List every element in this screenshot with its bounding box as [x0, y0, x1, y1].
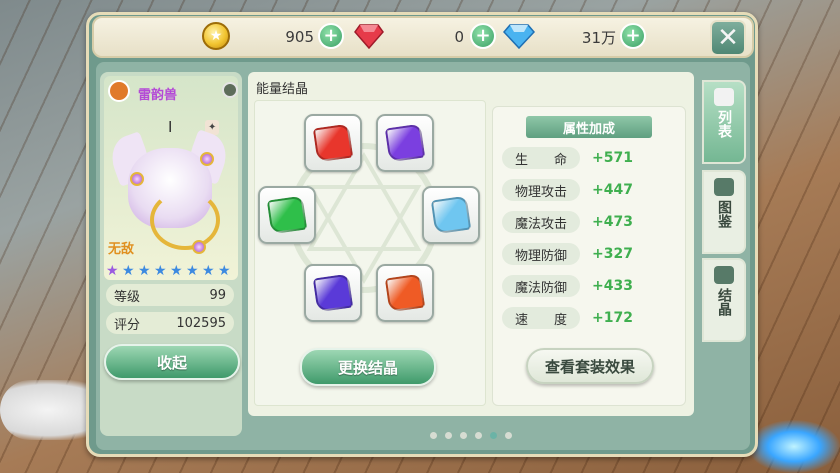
- attr-row: 生 命 +571: [502, 146, 682, 170]
- attr-value-physical-defense: +327: [592, 246, 633, 262]
- crystal-slot-purple[interactable]: [376, 114, 434, 172]
- score-label: 评分: [114, 317, 141, 333]
- attr-row: 速 度 +172: [502, 306, 682, 330]
- attr-value-physical-attack: +447: [592, 182, 633, 198]
- attr-label-magic-defense: 魔法防御: [502, 275, 580, 297]
- level-label: 等级: [114, 289, 141, 305]
- crystal-slot-blue[interactable]: [422, 186, 480, 244]
- close-icon: ✕: [717, 23, 739, 53]
- diamond-value: 31万: [581, 28, 616, 47]
- star-icon: ★: [154, 263, 167, 279]
- star-icon: ★: [170, 263, 183, 279]
- attr-value-hp: +571: [592, 150, 633, 166]
- gold-coin-icon: ★: [202, 22, 230, 50]
- page-dot[interactable]: [460, 432, 467, 439]
- level-value: 99: [209, 287, 226, 303]
- gold-amount: 905: [236, 24, 314, 50]
- attr-label-physical-defense: 物理防御: [502, 243, 580, 265]
- gold-value: 905: [285, 28, 314, 46]
- crystal-slot-violet[interactable]: [304, 264, 362, 322]
- attr-label-speed: 速 度: [502, 307, 580, 329]
- crystal-slot-orange[interactable]: [376, 264, 434, 322]
- attr-label-hp: 生 命: [502, 147, 580, 169]
- crystal-panel-title: 能量结晶: [256, 82, 309, 97]
- attr-row: 物理防御 +327: [502, 242, 682, 266]
- pet-orb-3: [192, 240, 206, 254]
- pet-state-label: 无敌: [108, 242, 135, 257]
- close-button[interactable]: ✕: [710, 20, 746, 56]
- page-indicator: [430, 432, 512, 439]
- add-ruby-button[interactable]: +: [470, 23, 496, 49]
- tab-list-label: 列表: [716, 110, 732, 138]
- page-dot[interactable]: [430, 432, 437, 439]
- pet-rank: I: [168, 118, 173, 136]
- page-dot[interactable]: [505, 432, 512, 439]
- tab-codex-label: 图鉴: [716, 200, 732, 228]
- violet-crystal-icon: [312, 273, 354, 313]
- tab-crystal[interactable]: 结晶: [702, 258, 746, 342]
- pet-element-emblem-icon: [108, 80, 130, 102]
- tab-crystal-label: 结晶: [716, 288, 732, 316]
- pet-golden-ring: [150, 190, 220, 250]
- ruby-amount: 0: [390, 24, 464, 50]
- book-icon: [714, 178, 734, 196]
- attr-value-magic-defense: +433: [592, 278, 633, 294]
- attribute-header: 属性加成: [526, 116, 652, 138]
- add-diamond-button[interactable]: +: [620, 23, 646, 49]
- cards-icon: [714, 88, 734, 106]
- pet-orb-1: [130, 172, 144, 186]
- score-value: 102595: [176, 315, 226, 331]
- pet-star-rating: ★ ★ ★ ★ ★ ★ ★ ★: [106, 264, 232, 278]
- star-icon: ★: [202, 263, 215, 279]
- crystal-slot-red[interactable]: [304, 114, 362, 172]
- crystal-tab-icon: [714, 266, 734, 284]
- pet-options-icon[interactable]: [222, 82, 238, 98]
- attr-value-speed: +172: [592, 310, 633, 326]
- tab-codex[interactable]: 图鉴: [702, 170, 746, 254]
- add-gold-button[interactable]: +: [318, 23, 344, 49]
- attr-row: 物理攻击 +447: [502, 178, 682, 202]
- blue-crystal-icon: [430, 195, 472, 235]
- pet-level-row: 等级 99: [106, 284, 234, 306]
- pet-score-row: 评分 102595: [106, 312, 234, 334]
- orange-crystal-icon: [384, 273, 426, 313]
- crystal-slot-green[interactable]: [258, 186, 316, 244]
- attr-label-physical-attack: 物理攻击: [502, 179, 580, 201]
- attr-label-magic-attack: 魔法攻击: [502, 211, 580, 233]
- portal-decoration: [748, 420, 840, 473]
- pet-orb-2: [200, 152, 214, 166]
- ruby-value: 0: [454, 28, 464, 46]
- tab-list[interactable]: 列表: [702, 80, 746, 164]
- attr-row: 魔法攻击 +473: [502, 210, 682, 234]
- star-icon: ★: [122, 263, 135, 279]
- diamond-amount: 31万: [540, 24, 616, 50]
- attr-row: 魔法防御 +433: [502, 274, 682, 298]
- red-gem-icon: [354, 24, 384, 49]
- blue-diamond-icon: [503, 24, 535, 49]
- attr-value-magic-attack: +473: [592, 214, 633, 230]
- star-icon: ★: [186, 263, 199, 279]
- collapse-button[interactable]: 收起: [104, 344, 240, 380]
- star-icon: ★: [106, 263, 119, 279]
- red-crystal-icon: [312, 123, 354, 163]
- purple-crystal-icon: [384, 123, 426, 163]
- green-crystal-icon: [266, 195, 308, 235]
- star-icon: ★: [218, 263, 231, 279]
- page-dot[interactable]: [445, 432, 452, 439]
- view-set-effect-button[interactable]: 查看套装效果: [526, 348, 654, 384]
- pet-name: 雷韵兽: [138, 88, 178, 103]
- page-dot[interactable]: [490, 432, 497, 439]
- page-dot[interactable]: [475, 432, 482, 439]
- star-icon: ★: [138, 263, 151, 279]
- change-crystal-button[interactable]: 更换结晶: [300, 348, 436, 386]
